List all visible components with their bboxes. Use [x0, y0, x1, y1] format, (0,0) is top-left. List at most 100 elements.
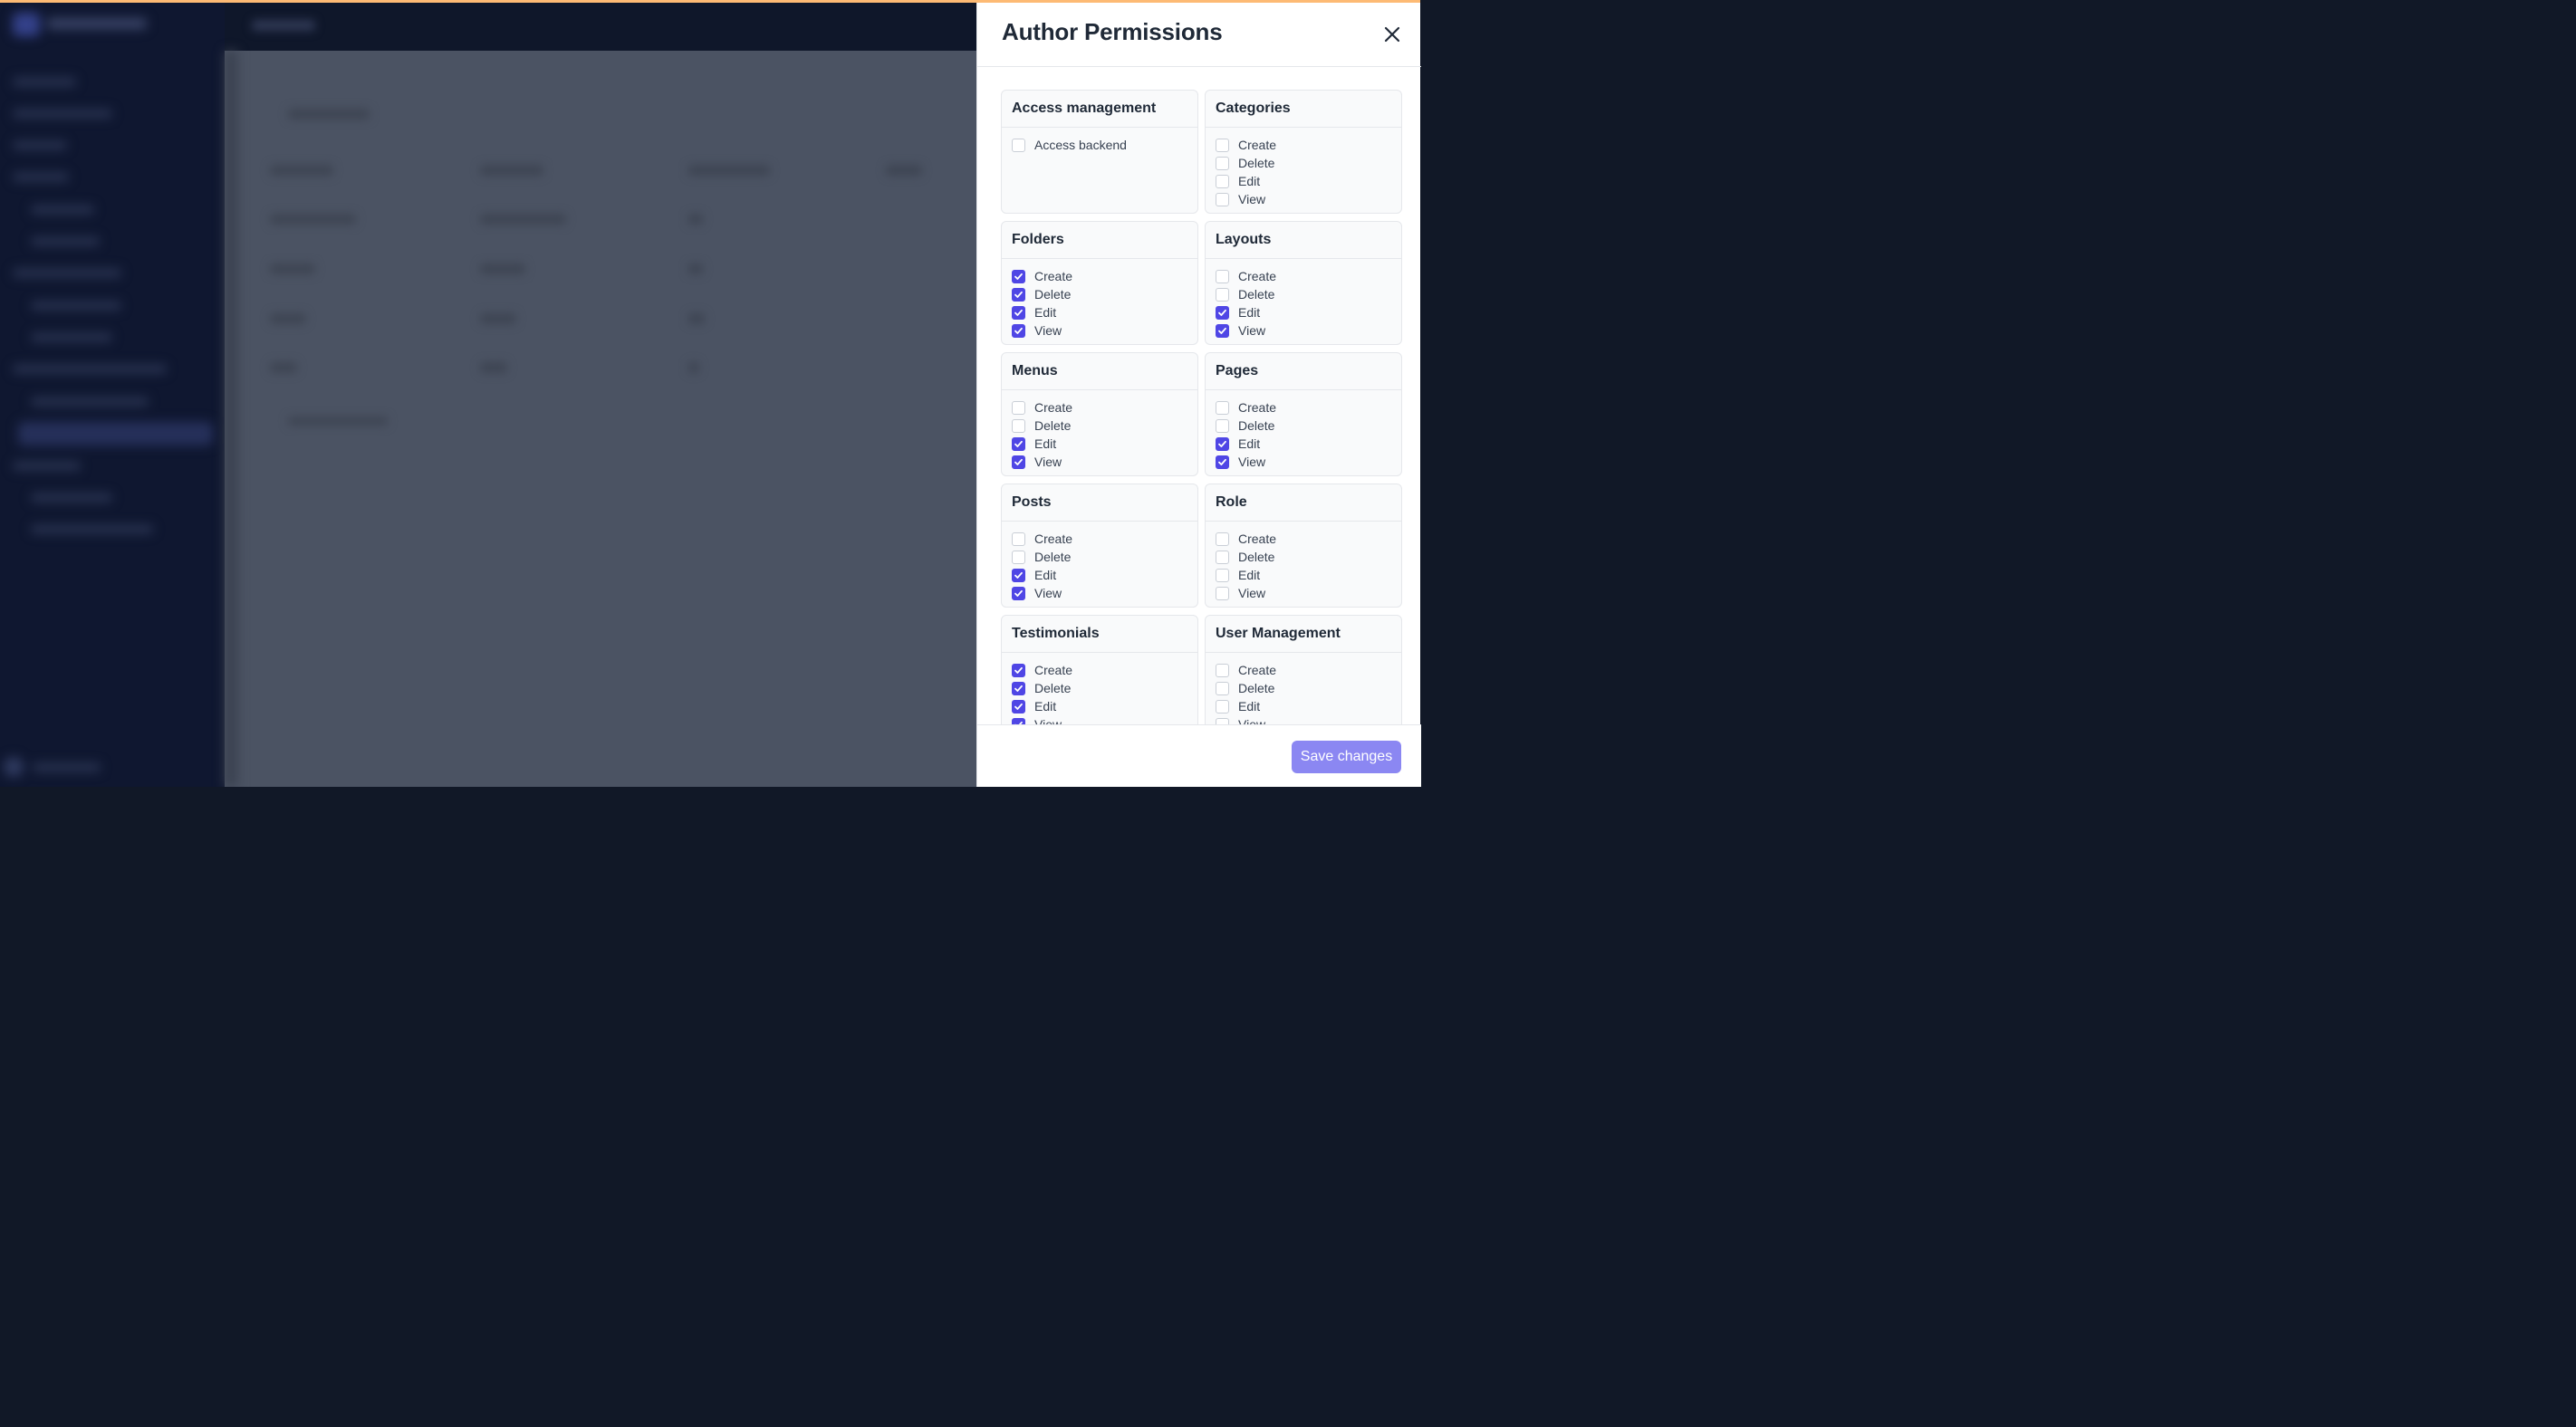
permission-checkbox[interactable]: [1012, 400, 1025, 415]
close-icon: [1384, 26, 1400, 43]
permission-checkbox[interactable]: [1012, 586, 1025, 600]
permission-checkbox[interactable]: [1216, 138, 1229, 152]
permission-group-title: Layouts: [1206, 222, 1401, 259]
permission-checkbox[interactable]: [1216, 681, 1229, 695]
permission-checkbox[interactable]: [1216, 586, 1229, 600]
permission-checkbox[interactable]: [1012, 138, 1025, 152]
permission-role-create[interactable]: Create: [1216, 530, 1401, 548]
save-changes-button[interactable]: Save changes: [1292, 741, 1401, 773]
permission-label: Delete: [1034, 287, 1072, 302]
permission-pages-edit[interactable]: Edit: [1216, 435, 1401, 453]
permission-role-view[interactable]: View: [1216, 584, 1401, 602]
permission-posts-edit[interactable]: Edit: [1012, 566, 1197, 584]
permission-checkbox[interactable]: [1216, 568, 1229, 582]
permission-checkbox[interactable]: [1216, 174, 1229, 188]
permission-group-pages: Pages Create Delete Edit View: [1205, 352, 1402, 476]
background-breadcrumb: [252, 20, 315, 31]
permission-categories-delete[interactable]: Delete: [1216, 154, 1401, 172]
permission-label: Edit: [1238, 568, 1261, 582]
permission-menus-create[interactable]: Create: [1012, 398, 1197, 417]
permission-checkbox[interactable]: [1012, 455, 1025, 469]
permission-menus-edit[interactable]: Edit: [1012, 435, 1197, 453]
background-block: [270, 313, 306, 324]
permission-label: View: [1034, 586, 1062, 600]
permission-menus-delete[interactable]: Delete: [1012, 417, 1197, 435]
permission-checkbox[interactable]: [1216, 699, 1229, 714]
permission-list: Create Delete Edit View: [1206, 390, 1401, 471]
permission-checkbox[interactable]: [1012, 717, 1025, 724]
background-block: [688, 165, 770, 176]
permission-posts-view[interactable]: View: [1012, 584, 1197, 602]
permission-role-edit[interactable]: Edit: [1216, 566, 1401, 584]
permission-testimonials-edit[interactable]: Edit: [1012, 697, 1197, 715]
permission-posts-delete[interactable]: Delete: [1012, 548, 1197, 566]
permission-checkbox[interactable]: [1216, 192, 1229, 206]
permission-list: Create Delete Edit View: [1206, 522, 1401, 602]
permission-checkbox[interactable]: [1012, 305, 1025, 320]
drawer-body[interactable]: Access management Access backend Categorie…: [977, 67, 1421, 724]
permission-checkbox[interactable]: [1012, 323, 1025, 338]
permission-checkbox[interactable]: [1216, 269, 1229, 283]
permission-testimonials-view[interactable]: View: [1012, 715, 1197, 724]
close-button[interactable]: [1379, 22, 1405, 47]
permission-checkbox[interactable]: [1012, 269, 1025, 283]
permission-checkbox[interactable]: [1216, 455, 1229, 469]
permission-checkbox[interactable]: [1012, 418, 1025, 433]
permission-user-management-create[interactable]: Create: [1216, 661, 1401, 679]
permission-label: Delete: [1238, 418, 1275, 433]
background-nav-line: [31, 333, 112, 341]
permission-access-management-access-backend[interactable]: Access backend: [1012, 136, 1197, 154]
permission-checkbox[interactable]: [1012, 663, 1025, 677]
permission-user-management-view[interactable]: View: [1216, 715, 1401, 724]
permission-folders-edit[interactable]: Edit: [1012, 303, 1197, 321]
permission-list: Create Delete Edit View: [1002, 522, 1197, 602]
permission-checkbox[interactable]: [1216, 532, 1229, 546]
permission-pages-view[interactable]: View: [1216, 453, 1401, 471]
permission-groups-grid: Access management Access backend Categorie…: [1001, 90, 1402, 724]
permission-checkbox[interactable]: [1012, 436, 1025, 451]
permission-checkbox[interactable]: [1216, 717, 1229, 724]
permission-checkbox[interactable]: [1216, 305, 1229, 320]
permission-checkbox[interactable]: [1216, 663, 1229, 677]
checkmark-icon: [1014, 309, 1023, 316]
permission-list: Access backend: [1002, 128, 1197, 154]
permission-layouts-view[interactable]: View: [1216, 321, 1401, 340]
permission-label: Create: [1034, 400, 1073, 415]
permission-role-delete[interactable]: Delete: [1216, 548, 1401, 566]
permission-folders-create[interactable]: Create: [1012, 267, 1197, 285]
permission-categories-view[interactable]: View: [1216, 190, 1401, 208]
permission-layouts-create[interactable]: Create: [1216, 267, 1401, 285]
permission-posts-create[interactable]: Create: [1012, 530, 1197, 548]
permission-checkbox[interactable]: [1012, 550, 1025, 564]
permission-checkbox[interactable]: [1012, 681, 1025, 695]
permission-checkbox[interactable]: [1216, 156, 1229, 170]
background-nav-line: [13, 78, 76, 86]
permission-folders-view[interactable]: View: [1012, 321, 1197, 340]
permission-list: Create Delete Edit View: [1002, 390, 1197, 471]
permission-menus-view[interactable]: View: [1012, 453, 1197, 471]
permission-testimonials-create[interactable]: Create: [1012, 661, 1197, 679]
permission-categories-edit[interactable]: Edit: [1216, 172, 1401, 190]
permission-checkbox[interactable]: [1012, 699, 1025, 714]
permission-folders-delete[interactable]: Delete: [1012, 285, 1197, 303]
permission-checkbox[interactable]: [1216, 400, 1229, 415]
permission-layouts-edit[interactable]: Edit: [1216, 303, 1401, 321]
permission-label: Create: [1034, 663, 1073, 677]
permission-categories-create[interactable]: Create: [1216, 136, 1401, 154]
permission-user-management-delete[interactable]: Delete: [1216, 679, 1401, 697]
permission-checkbox[interactable]: [1216, 436, 1229, 451]
permission-checkbox[interactable]: [1216, 323, 1229, 338]
permission-checkbox[interactable]: [1216, 287, 1229, 302]
permission-checkbox[interactable]: [1012, 287, 1025, 302]
permission-user-management-edit[interactable]: Edit: [1216, 697, 1401, 715]
permission-testimonials-delete[interactable]: Delete: [1012, 679, 1197, 697]
permission-pages-delete[interactable]: Delete: [1216, 417, 1401, 435]
permission-checkbox[interactable]: [1216, 418, 1229, 433]
permission-layouts-delete[interactable]: Delete: [1216, 285, 1401, 303]
permission-checkbox[interactable]: [1216, 550, 1229, 564]
permission-checkbox[interactable]: [1012, 568, 1025, 582]
permission-checkbox[interactable]: [1012, 532, 1025, 546]
permission-pages-create[interactable]: Create: [1216, 398, 1401, 417]
permission-group-title: Access management: [1002, 91, 1197, 128]
background-avatar: [4, 757, 24, 777]
